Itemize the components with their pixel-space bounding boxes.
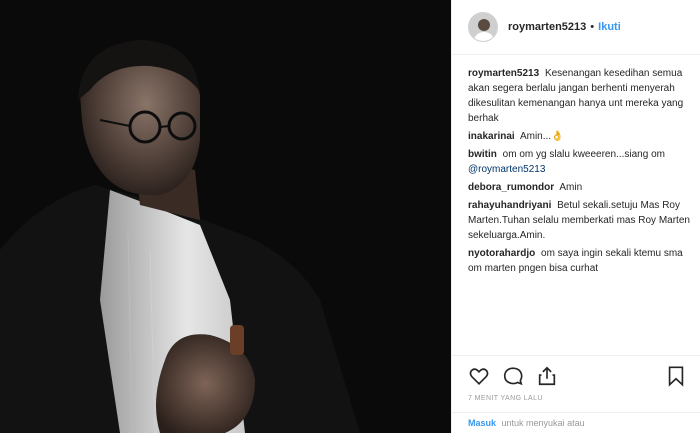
post-photo[interactable] bbox=[0, 0, 451, 433]
avatar[interactable] bbox=[468, 12, 498, 42]
header-username[interactable]: roymarten5213 bbox=[508, 21, 586, 33]
comment-username[interactable]: nyotorahardjo bbox=[468, 248, 535, 259]
comment-text: om om yg slalu kweeeren...siang om bbox=[502, 149, 665, 160]
comment-item: debora_rumondor Amin bbox=[468, 180, 692, 195]
photo-man-portrait bbox=[0, 0, 451, 433]
login-link[interactable]: Masuk bbox=[468, 418, 496, 428]
comment-item: inakarinai Amin...👌 bbox=[468, 129, 692, 144]
post-side-panel: roymarten5213 • Ikuti roymarten5213 Kese… bbox=[451, 0, 700, 433]
follow-button[interactable]: Ikuti bbox=[598, 21, 621, 33]
comment-text: Amin bbox=[559, 182, 583, 193]
comment-username[interactable]: roymarten5213 bbox=[468, 68, 539, 79]
comment-username[interactable]: bwitin bbox=[468, 149, 497, 160]
heart-icon[interactable] bbox=[468, 365, 490, 387]
comment-item: rahayuhandriyani Betul sekali.setuju Mas… bbox=[468, 198, 692, 243]
login-prompt: Masuk untuk menyukai atau bbox=[452, 412, 700, 433]
comment-username[interactable]: inakarinai bbox=[468, 131, 515, 142]
comment-item: nyotorahardjo om saya ingin sekali ktemu… bbox=[468, 246, 692, 276]
post-header: roymarten5213 • Ikuti bbox=[452, 0, 700, 55]
comment-list: roymarten5213 Kesenangan kesedihan semua… bbox=[468, 66, 692, 279]
comment-mention[interactable]: @roymarten5213 bbox=[468, 164, 545, 175]
action-bar bbox=[452, 355, 700, 395]
comment-username[interactable]: debora_rumondor bbox=[468, 182, 554, 193]
separator-dot: • bbox=[590, 21, 595, 33]
comment-item: bwitin om om yg slalu kweeeren...siang o… bbox=[468, 147, 692, 177]
comment-caption: roymarten5213 Kesenangan kesedihan semua… bbox=[468, 66, 692, 126]
login-prompt-text: untuk menyukai atau bbox=[501, 418, 585, 428]
comment-username[interactable]: rahayuhandriyani bbox=[468, 200, 551, 211]
comment-text: Amin...👌 bbox=[519, 131, 564, 142]
comment-icon[interactable] bbox=[502, 365, 524, 387]
post-timestamp[interactable]: 7 MENIT YANG LALU bbox=[468, 395, 543, 402]
avatar-image bbox=[469, 13, 497, 41]
share-icon[interactable] bbox=[536, 365, 558, 387]
bookmark-icon[interactable] bbox=[665, 365, 687, 387]
